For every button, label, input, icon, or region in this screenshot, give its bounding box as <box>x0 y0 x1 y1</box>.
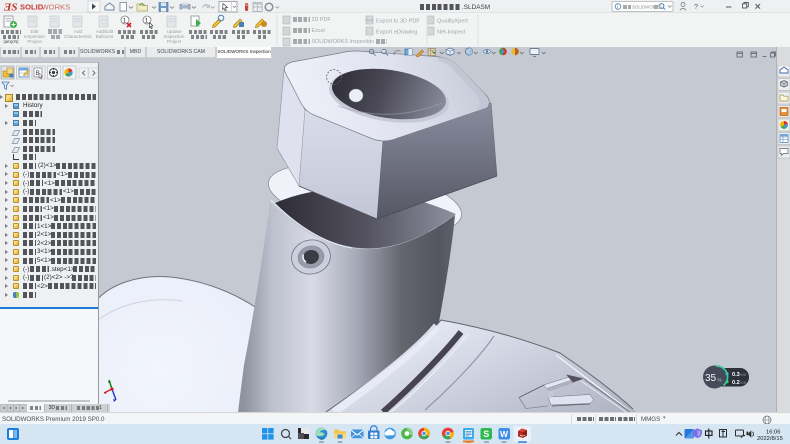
svg-text:16:06: 16:06 <box>766 430 781 436</box>
svg-text:QualityXpert: QualityXpert <box>437 19 468 25</box>
svg-text:0.3: 0.3 <box>732 372 740 378</box>
svg-text:.SLDASM: .SLDASM <box>462 4 490 11</box>
svg-text:ƎS: ƎS <box>3 2 17 14</box>
svg-text:0.2: 0.2 <box>732 380 740 386</box>
svg-text:35: 35 <box>705 373 717 384</box>
svg-text:1: 1 <box>145 18 149 25</box>
svg-text:2022/8/15: 2022/8/15 <box>757 436 783 442</box>
svg-text:?: ? <box>694 2 698 11</box>
svg-text:WORKS: WORKS <box>42 3 71 12</box>
svg-text:Export to 3D PDF: Export to 3D PDF <box>376 19 420 25</box>
svg-text:W: W <box>500 429 509 439</box>
svg-text:%: % <box>718 378 722 383</box>
svg-text:K/S: K/S <box>741 373 747 377</box>
svg-text:Net-Inspect: Net-Inspect <box>437 30 466 36</box>
svg-text:Export eDrawing: Export eDrawing <box>376 30 417 36</box>
svg-text:i: i <box>617 5 618 11</box>
svg-text:SOLID: SOLID <box>20 3 44 12</box>
svg-text:K/S: K/S <box>741 381 747 385</box>
svg-text:S: S <box>483 429 489 439</box>
svg-text:1: 1 <box>123 18 127 25</box>
